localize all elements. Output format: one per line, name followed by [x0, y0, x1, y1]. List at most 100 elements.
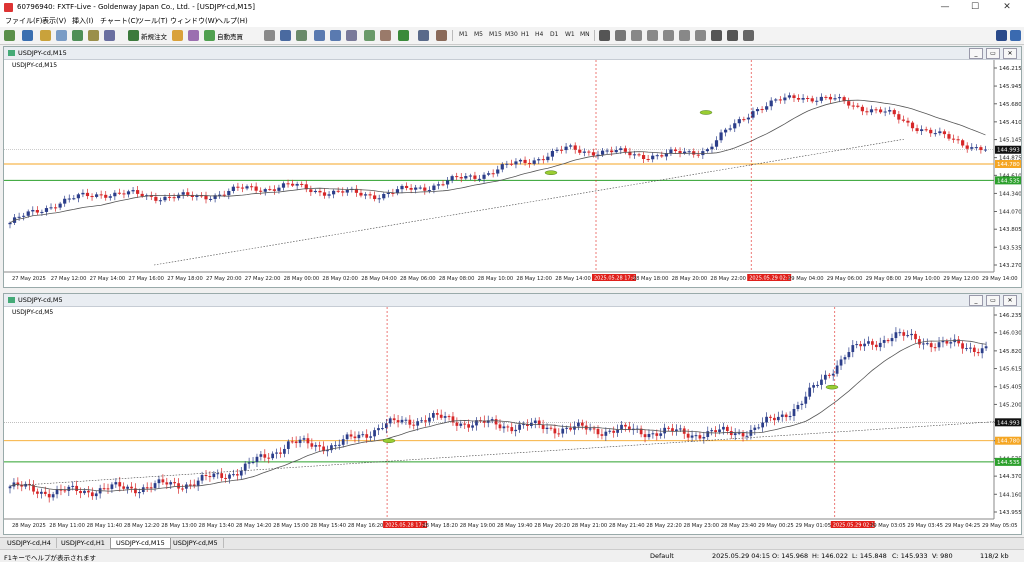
tab-usdjpy-m15[interactable]: USDJPY-cd,M15 — [110, 538, 171, 549]
candle-body — [620, 424, 623, 430]
candle-body — [165, 482, 169, 485]
time-tick-label: 28 May 00:00 — [284, 276, 320, 282]
auto-trade-button[interactable]: 自動売買 — [217, 31, 243, 41]
community-icon[interactable] — [1010, 30, 1021, 41]
chart-canvas-m15[interactable]: 146.215145.945145.680145.410145.145144.8… — [4, 60, 1021, 287]
candle-body — [541, 159, 545, 161]
vertical-line-icon[interactable] — [631, 30, 642, 41]
menu-window[interactable]: ウィンドウ(W) — [170, 16, 217, 26]
chart-close-button[interactable]: ✕ — [1003, 295, 1017, 306]
maximize-button[interactable]: ☐ — [960, 0, 990, 15]
candle-body — [17, 216, 21, 218]
trendline-icon[interactable] — [663, 30, 674, 41]
chart-minimize-button[interactable]: _ — [969, 295, 983, 306]
candle-body — [44, 208, 49, 212]
tab-usdjpy-m5[interactable]: USDJPY-cd,M5 — [168, 538, 224, 548]
chart-window-m15[interactable]: USDJPY-cd,M15 _ ▭ ✕ 146.215 145.945 145.68… — [3, 46, 1022, 288]
market-watch-icon[interactable] — [40, 30, 51, 41]
periods-icon[interactable] — [418, 30, 429, 41]
candle-body — [898, 332, 902, 334]
chart-canvas-m5[interactable]: 146.235 146.030 145.820 145.615 145.405 145.2… — [4, 307, 1021, 534]
candle-body — [722, 426, 725, 430]
tf-h1[interactable]: H1 — [521, 31, 529, 38]
tf-h4[interactable]: H4 — [535, 31, 543, 38]
arrows-icon[interactable] — [743, 30, 754, 41]
candle-body — [605, 150, 609, 152]
new-chart-icon[interactable] — [4, 30, 15, 41]
menu-help[interactable]: ヘルプ(H) — [216, 16, 248, 26]
candle-body — [879, 109, 883, 113]
chart-minimize-button[interactable]: _ — [969, 48, 983, 59]
candle-body — [702, 436, 706, 439]
new-order-icon[interactable] — [128, 30, 139, 41]
cursor-icon[interactable] — [599, 30, 610, 41]
candlestick-icon[interactable] — [280, 30, 291, 41]
candle-body — [286, 183, 290, 185]
tf-m1[interactable]: M1 — [459, 31, 468, 38]
tf-m30[interactable]: M30 — [505, 31, 518, 38]
crosshair-icon[interactable] — [615, 30, 626, 41]
candle-body — [473, 175, 477, 179]
minimize-button[interactable]: — — [930, 0, 960, 15]
profiles-icon[interactable] — [22, 30, 33, 41]
terminal-icon[interactable] — [88, 30, 99, 41]
candle-body — [310, 443, 314, 447]
chart-restore-button[interactable]: ▭ — [986, 295, 1000, 306]
tf-d1[interactable]: D1 — [550, 31, 558, 38]
time-tick-label: 27 May 22:00 — [245, 276, 281, 282]
metaeditor-icon[interactable] — [172, 30, 183, 41]
zoom-in-icon[interactable] — [314, 30, 325, 41]
text-label-icon[interactable] — [727, 30, 738, 41]
candle-body — [951, 138, 956, 140]
close-button[interactable]: ✕ — [992, 0, 1022, 15]
candle-body — [445, 180, 450, 185]
line-chart-icon[interactable] — [296, 30, 307, 41]
candle-body — [313, 190, 317, 193]
chart-shift-icon[interactable] — [380, 30, 391, 41]
tf-m15[interactable]: M15 — [489, 31, 502, 38]
tf-m5[interactable]: M5 — [474, 31, 483, 38]
candle-body — [220, 473, 224, 478]
channel-icon[interactable] — [679, 30, 690, 41]
candle-body — [181, 488, 184, 490]
menu-view[interactable]: 表示(V) — [42, 16, 66, 26]
data-window-icon[interactable] — [56, 30, 67, 41]
chart-window-m5[interactable]: USDJPY-cd,M5 _ ▭ ✕ 146.235 146.030 145.820… — [3, 293, 1022, 535]
bar-chart-icon[interactable] — [264, 30, 275, 41]
new-order-button[interactable]: 新規注文 — [141, 31, 167, 41]
candle-body — [577, 422, 580, 427]
templates-icon[interactable] — [436, 30, 447, 41]
time-tick-label: 28 May 23:00 — [684, 523, 720, 529]
horizontal-line-icon[interactable] — [647, 30, 658, 41]
navigator-icon[interactable] — [72, 30, 83, 41]
candle-body — [67, 198, 71, 200]
menu-chart[interactable]: チャート(C) — [100, 16, 138, 26]
candle-body — [345, 434, 349, 440]
autoscroll-icon[interactable] — [364, 30, 375, 41]
candle-body — [933, 347, 937, 349]
fibonacci-icon[interactable] — [695, 30, 706, 41]
candle-body — [158, 200, 163, 202]
menu-file[interactable]: ファイル(F) — [5, 16, 43, 26]
candle-body — [163, 196, 167, 201]
tf-mn[interactable]: MN — [580, 31, 590, 38]
candle-body — [983, 149, 988, 151]
time-tick-label: 28 May 18:00 — [633, 276, 669, 282]
chart-restore-button[interactable]: ▭ — [986, 48, 1000, 59]
tf-w1[interactable]: W1 — [565, 31, 575, 38]
tab-usdjpy-h4[interactable]: USDJPY-cd,H4 — [2, 538, 57, 548]
auto-trade-icon[interactable] — [204, 30, 215, 41]
strategy-tester-icon[interactable] — [104, 30, 115, 41]
signals-icon[interactable] — [188, 30, 199, 41]
chart-close-button[interactable]: ✕ — [1003, 48, 1017, 59]
zoom-out-icon[interactable] — [330, 30, 341, 41]
indicators-icon[interactable] — [398, 30, 409, 41]
tile-windows-icon[interactable] — [346, 30, 357, 41]
candle-body — [49, 207, 53, 209]
tab-usdjpy-h1[interactable]: USDJPY-cd,H1 — [56, 538, 111, 548]
menu-tools[interactable]: ツール(T) — [137, 16, 168, 26]
candle-body — [110, 484, 114, 489]
text-icon[interactable] — [711, 30, 722, 41]
search-icon[interactable] — [996, 30, 1007, 41]
menu-insert[interactable]: 挿入(I) — [72, 16, 94, 26]
